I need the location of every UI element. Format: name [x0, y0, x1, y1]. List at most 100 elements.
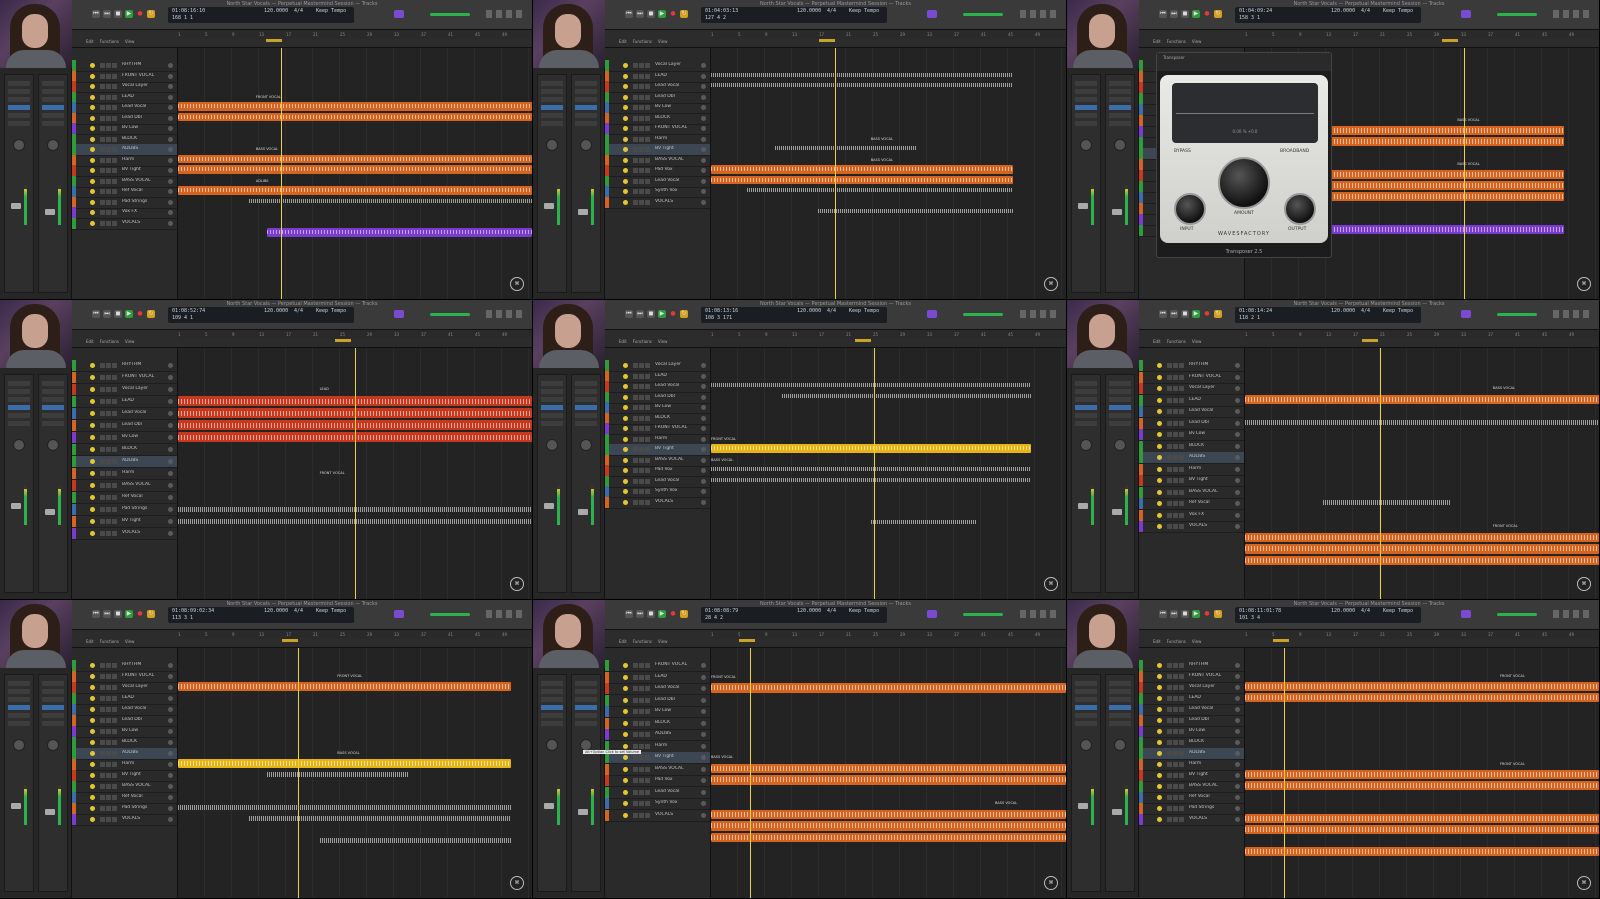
track-name[interactable]: Harm [122, 761, 166, 766]
track-on-icon[interactable] [90, 189, 95, 194]
pan-knob[interactable] [47, 739, 59, 751]
plugin-slot[interactable] [575, 105, 597, 110]
playhead[interactable] [298, 648, 300, 898]
audio-region-muted[interactable] [248, 197, 532, 206]
track-header[interactable]: Vox FX [1139, 509, 1244, 522]
track-header[interactable]: BLOCK [1139, 440, 1244, 453]
forward-button[interactable]: ⏭ [103, 610, 111, 618]
track-header[interactable]: Ref Vocal [72, 492, 177, 504]
mute-solo-buttons[interactable] [633, 697, 651, 703]
menu-edit[interactable]: Edit [619, 39, 627, 44]
track-pan-knob[interactable] [168, 136, 173, 142]
menu-view[interactable]: View [1192, 39, 1202, 44]
track-name[interactable]: VOCALS [655, 499, 699, 504]
audio-region[interactable] [1245, 770, 1599, 779]
track-pan-knob[interactable] [168, 447, 173, 452]
track-name[interactable]: RHYTHM [122, 662, 166, 667]
track-on-icon[interactable] [90, 210, 95, 215]
track-pan-knob[interactable] [701, 674, 706, 680]
mute-solo-buttons[interactable] [100, 685, 118, 690]
mute-solo-buttons[interactable] [100, 507, 118, 512]
mute-solo-buttons[interactable] [633, 126, 651, 131]
track-name[interactable]: BLOCK [655, 415, 699, 420]
master-volume-slider[interactable] [430, 13, 470, 16]
plugin-slot[interactable] [541, 405, 563, 410]
track-pan-knob[interactable] [168, 817, 173, 822]
track-header[interactable]: BV Tight [1139, 475, 1244, 487]
plugin-slot[interactable] [1109, 81, 1131, 86]
record-button[interactable]: ● [136, 610, 144, 618]
track-on-icon[interactable] [623, 157, 628, 163]
mute-solo-buttons[interactable] [100, 363, 118, 368]
mute-solo-buttons[interactable] [100, 751, 118, 756]
track-name[interactable]: Vox FX [1189, 512, 1233, 517]
plugin-slot[interactable] [1075, 381, 1097, 386]
track-pan-knob[interactable] [1235, 432, 1240, 437]
track-pan-knob[interactable] [168, 399, 173, 404]
mute-solo-buttons[interactable] [633, 147, 651, 152]
rewind-button[interactable]: ⏮ [92, 10, 100, 18]
smart-help-icon[interactable]: ⌘ [1044, 876, 1058, 890]
playhead[interactable] [355, 348, 356, 599]
playhead[interactable] [1283, 648, 1285, 898]
mute-solo-buttons[interactable] [1167, 817, 1185, 822]
track-on-icon[interactable] [90, 751, 95, 756]
audio-region-muted[interactable] [266, 770, 409, 779]
audio-region-muted[interactable] [319, 836, 511, 845]
volume-fader[interactable] [544, 203, 554, 209]
track-name[interactable]: Harm [122, 470, 166, 475]
plugin-slot[interactable] [1109, 713, 1131, 718]
track-on-icon[interactable] [90, 447, 95, 452]
track-name[interactable]: Vocal Layer [655, 62, 699, 67]
track-pan-knob[interactable] [701, 84, 706, 89]
mute-solo-buttons[interactable] [633, 766, 651, 772]
mute-solo-buttons[interactable] [100, 220, 118, 226]
mute-solo-buttons[interactable] [100, 105, 118, 110]
track-name[interactable]: Lead Vocal [122, 706, 166, 711]
track-name[interactable]: Lead Vocal [122, 410, 166, 415]
playhead[interactable] [835, 48, 837, 299]
mute-solo-buttons[interactable] [1167, 707, 1185, 712]
track-pan-knob[interactable] [701, 812, 706, 818]
mute-solo-buttons[interactable] [100, 435, 118, 440]
audio-region-muted[interactable] [178, 803, 511, 812]
mute-solo-buttons[interactable] [1167, 512, 1185, 518]
track-on-icon[interactable] [1157, 466, 1162, 472]
track-name[interactable]: RHYTHM [122, 62, 166, 67]
mute-solo-buttons[interactable] [633, 105, 651, 110]
track-pan-knob[interactable] [1235, 817, 1240, 822]
track-on-icon[interactable] [623, 812, 628, 818]
track-pan-knob[interactable] [168, 795, 173, 800]
track-on-icon[interactable] [1157, 363, 1162, 368]
track-pan-knob[interactable] [1235, 409, 1240, 414]
toolbar-icons[interactable] [486, 310, 526, 318]
plugin-slot[interactable] [1075, 681, 1097, 686]
track-on-icon[interactable] [1157, 432, 1162, 437]
track-on-icon[interactable] [1157, 478, 1162, 483]
track-name[interactable]: Lead Vocal [655, 789, 699, 794]
mute-solo-buttons[interactable] [633, 674, 651, 680]
smart-controls-button[interactable] [394, 10, 404, 18]
master-volume-slider[interactable] [963, 613, 1003, 616]
menu-edit[interactable]: Edit [619, 639, 627, 644]
plugin-slot[interactable] [1109, 721, 1131, 726]
track-on-icon[interactable] [90, 199, 95, 205]
menu-view[interactable]: View [125, 339, 135, 344]
smart-help-icon[interactable]: ⌘ [510, 577, 524, 591]
tracks-area[interactable]: FRONT VOCAL FRONT VOCAL ⌘ [1245, 648, 1599, 898]
track-pan-knob[interactable] [1235, 524, 1240, 529]
toolbar-icons[interactable] [1020, 10, 1060, 18]
track-name[interactable]: ADLIBS [122, 750, 166, 755]
track-on-icon[interactable] [90, 718, 95, 723]
track-name[interactable]: Bv Low [122, 125, 166, 130]
cycle-region[interactable] [282, 639, 299, 642]
track-on-icon[interactable] [1157, 663, 1162, 668]
track-on-icon[interactable] [90, 387, 95, 392]
track-name[interactable]: Lead Vocal [1189, 408, 1233, 413]
track-header[interactable]: BLOCK [72, 444, 177, 456]
mute-solo-buttons[interactable] [100, 806, 118, 811]
track-on-icon[interactable] [90, 220, 95, 226]
track-name[interactable]: BLOCK [1189, 739, 1233, 744]
track-name[interactable]: Ref Vocal [1189, 500, 1233, 505]
cycle-button[interactable]: ↻ [680, 10, 688, 18]
